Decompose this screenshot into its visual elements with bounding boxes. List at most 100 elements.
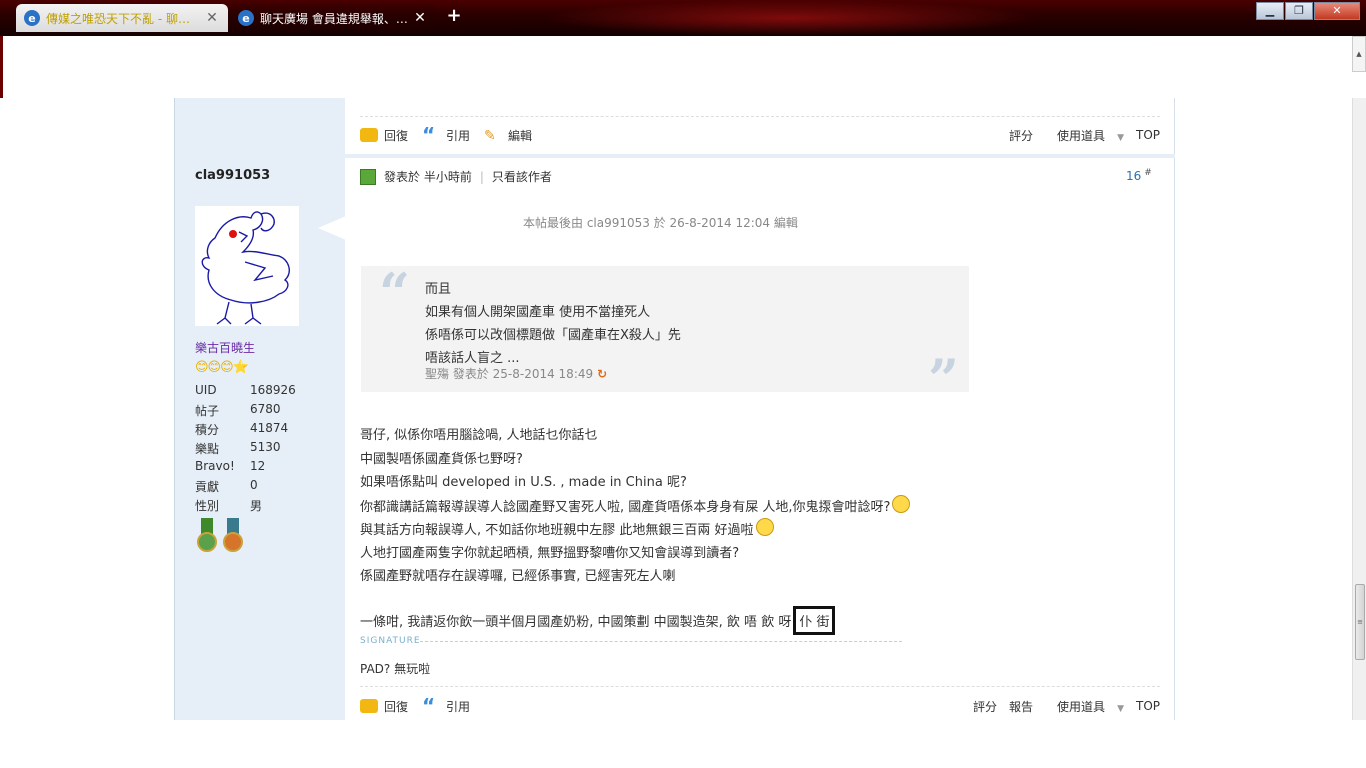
tab-active[interactable]: e 傳媒之唯恐天下不亂 - 聊… ✕ [16,4,228,32]
quote-line: 係唔係可以改個標題做「國產車在X殺人」先 [425,328,681,343]
open-quote-icon: “ [379,261,411,325]
maximize-button[interactable]: ❐ [1285,2,1313,20]
signature-text: PAD? 無玩啦 [360,662,431,676]
body-line: 你都識講話篇報導誤導人諗國產野又害死人啦, 國產貨唔係本身身有屎 人地,你鬼揼會… [360,494,911,519]
stat-value: 168926 [250,383,296,397]
go-to-post-icon[interactable]: ↻ [597,367,607,381]
report-button[interactable]: 報告 [1009,698,1033,715]
prev-post-actions: 回復 “ 引用 ✎ 編輯 評分 使用道具 ▼ TOP [360,123,1160,147]
top-link[interactable]: TOP [1136,128,1160,142]
top-link[interactable]: TOP [1136,699,1160,713]
vertical-scrollbar[interactable]: ≡ [1352,98,1366,720]
body-line: 如果唔係點叫 developed in U.S. , made in China… [360,475,687,490]
stat-row: 貢獻 0 [195,478,296,497]
quote-button[interactable]: “ 引用 [422,696,471,716]
highlighted-text-box: 仆 街 [793,606,836,635]
reply-button[interactable]: 回復 [360,698,408,715]
scroll-up-arrow-icon[interactable]: ▲ [1352,36,1366,72]
quote-label: 引用 [446,699,471,714]
medal-disc [197,532,217,552]
chevron-down-icon: ▼ [1117,703,1124,714]
forum-page: 回復 “引用 ✎ 編輯 評分 使用道具 ▼ TOP cla991053 樂古百曉生 … [0,98,1352,720]
body-line-text: 一條咁, 我請返你飲一頭半個月國產奶粉, 中國策劃 中國製造架, 飲 唔 飲 呀 [360,615,792,630]
body-line: 中國製唔係國產貨係乜野呀? [360,451,523,467]
avatar[interactable] [195,206,299,326]
new-tab-button[interactable]: + [444,6,464,26]
theme-glow [540,0,1040,36]
scrollbar-thumb[interactable]: ≡ [1355,584,1365,660]
stat-key: 性別 [195,499,220,513]
stat-value: 6780 [250,402,281,416]
quote-lines: 而且 如果有個人開架國產車 使用不當撞死人 係唔係可以改個標題做「國產車在X殺人… [425,278,681,370]
window-controls: ▁ ❐ ✕ [1255,2,1360,20]
stat-value: 0 [250,478,258,492]
only-author-link[interactable]: 只看該作者 [492,168,552,185]
stat-key: 帖子 [195,404,220,418]
rate-button[interactable]: 評分 [1009,127,1033,144]
tab-close-icon[interactable]: ✕ [204,10,220,26]
body-line: 哥仔, 似係你唔用腦諗喎, 人地話乜你話乜 [360,428,598,443]
rate-button[interactable]: 評分 [973,698,997,715]
use-tool-label: 使用道具 [1057,699,1106,714]
page-bottom [0,720,1366,768]
pencil-icon: ✎ [484,128,496,144]
post-actions: 回復 “ 引用 評分 報告 使用道具 ▼ TOP [360,694,1160,718]
quote-icon: “ [422,123,436,147]
quote-button[interactable]: “ 引用 [422,123,471,147]
grin-smiley-icon [755,518,774,536]
post-separator [345,154,1175,158]
stat-key: 積分 [195,423,220,437]
sleepy-smiley-icon [892,494,911,513]
signature-divider [420,641,902,642]
reply-button[interactable]: 回復 [360,127,408,144]
ie-favicon-icon: e [24,10,40,26]
edit-label: 編輯 [508,128,533,143]
divider [360,116,1160,117]
edit-note: 本帖最後由 cla991053 於 26-8-2014 12:04 編輯 [523,216,798,230]
browser-toolbar-area [0,36,1352,98]
stat-row: Bravo! 12 [195,459,296,478]
stat-row: 帖子 6780 [195,402,296,421]
online-status-icon [360,168,376,185]
stat-row: 積分 41874 [195,421,296,440]
post-right-actions: 評分 報告 使用道具 ▼ TOP [961,698,1160,715]
quote-line: 如果有個人開架國產車 使用不當撞死人 [425,305,651,320]
browser-title-bar: e 傳媒之唯恐天下不亂 - 聊… ✕ e 聊天廣場 會員違規舉報、… ✕ + ▁… [0,0,1366,36]
tab-inactive[interactable]: e 聊天廣場 會員違規舉報、… ✕ [230,4,436,32]
post-meta: 發表於 半小時前 | 只看該作者 [360,168,552,185]
medal-icon[interactable] [222,518,244,554]
body-last-line: 一條咁, 我請返你飲一頭半個月國產奶粉, 中國策劃 中國製造架, 飲 唔 飲 呀… [360,606,836,635]
minimize-button[interactable]: ▁ [1256,2,1284,20]
body-line-text: 與其話方向報誤導人, 不如話你地班親中左膠 此地無銀三百兩 好過啦 [360,523,754,538]
frame-edge [0,36,3,98]
quote-line: 而且 [425,282,452,297]
stat-key: 樂點 [195,442,220,456]
medals [196,518,248,554]
signature-label: SIGNATURE [360,636,421,646]
floor-value: 16 [1126,169,1142,183]
close-window-button[interactable]: ✕ [1314,2,1360,20]
edit-button[interactable]: ✎ 編輯 [484,127,532,144]
stat-row: UID 168926 [195,383,296,402]
reply-icon [360,699,378,713]
quote-label: 引用 [446,128,471,143]
use-tool-button[interactable]: 使用道具 ▼ [1045,127,1124,144]
author-stats: UID 168926 帖子 6780 積分 41874 樂點 5130 Bravo! 12… [195,383,296,516]
use-tool-button[interactable]: 使用道具 ▼ [1045,698,1124,715]
stat-key: 貢獻 [195,480,220,494]
medal-disc [223,532,243,552]
chevron-down-icon: ▼ [1117,132,1124,143]
medal-icon[interactable] [196,518,218,554]
reply-label: 回復 [384,128,409,143]
tab-title: 聊天廣場 會員違規舉報、… [260,11,408,26]
reply-icon [360,128,378,142]
author-name[interactable]: cla991053 [195,168,270,183]
floor-number[interactable]: 16 # [1126,168,1152,183]
avatar-chicken-drawing [201,211,290,325]
stat-key: Bravo! [195,459,235,473]
user-group[interactable]: 樂古百曉生 [195,339,255,356]
tab-close-icon[interactable]: ✕ [412,10,428,26]
stat-row: 性別 男 [195,497,296,516]
close-quote-icon: ” [927,347,959,411]
rank-stars-icon: 😊😊😊⭐ [195,360,249,375]
